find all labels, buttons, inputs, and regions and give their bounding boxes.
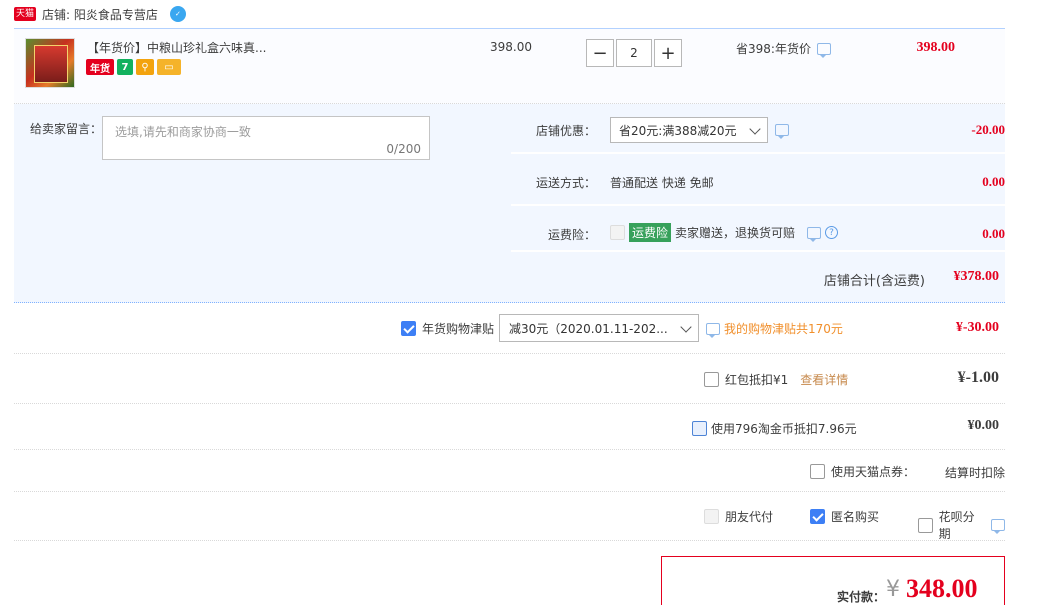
seller-message-count: 0/200 <box>386 142 421 156</box>
seller-message-area: 给卖家留言： 选填,请先和商家协商一致 0/200 <box>14 104 508 250</box>
shop-total-row: 店铺合计(含运费) ¥378.00 <box>14 252 1005 303</box>
shop-total-value: ¥378.00 <box>953 269 1000 284</box>
coupon-info-chat-icon[interactable] <box>775 124 789 139</box>
subsidy-row: 年货购物津贴 减30元（2020.01.11-202... 我的购物津贴共170… <box>14 304 1005 354</box>
coins-checkbox[interactable] <box>692 421 707 436</box>
promo-info-chat-icon[interactable] <box>816 42 831 58</box>
seller-message-label: 给卖家留言： <box>30 122 103 136</box>
order-item-row: 【年货价】中粮山珍礼盒六味真... 年货 7 ⚲ ▭ 398.00 − 2 + … <box>14 28 1005 104</box>
item-promotion: 省398:年货价 <box>736 40 831 58</box>
huabei-chat-icon[interactable] <box>991 519 1005 534</box>
item-subtotal: 398.00 <box>916 40 956 55</box>
seller-message-input[interactable]: 选填,请先和商家协商一致 0/200 <box>102 116 430 160</box>
shop-coupon-selected: 省20元:满388减20元 <box>619 123 737 138</box>
subsidy-select[interactable]: 减30元（2020.01.11-202... <box>499 314 699 342</box>
shop-coupon-select[interactable]: 省20元:满388减20元 <box>610 117 768 143</box>
chevron-down-icon <box>680 321 692 333</box>
shipping-row: 运送方式： 普通配送 快递 免邮 0.00 <box>511 156 1005 206</box>
payment-options-row: 朋友代付 匿名购买 花呗分期 <box>14 492 1005 541</box>
coins-row: 使用796淘金币抵扣7.96元 ¥0.00 <box>14 404 1005 450</box>
coins-label: 使用796淘金币抵扣7.96元 <box>711 422 857 436</box>
subsidy-chat-icon[interactable] <box>706 322 720 338</box>
shop-coupon-row: 店铺优惠： 省20元:满388减20元 -20.00 <box>511 104 1005 154</box>
subsidy-selected: 减30元（2020.01.11-202... <box>509 321 668 336</box>
shipping-method: 普通配送 快递 免邮 <box>610 176 714 190</box>
insurance-chat-icon[interactable] <box>807 226 822 242</box>
quantity-input[interactable]: 2 <box>616 39 652 67</box>
huabei-label: 花呗分期 <box>938 510 975 541</box>
subsidy-option[interactable]: 年货购物津贴 <box>401 320 494 337</box>
redpack-details-link[interactable]: 查看详情 <box>800 371 848 388</box>
redpack-option[interactable]: 红包抵扣¥1 查看详情 <box>704 371 848 388</box>
shop-coupon-label: 店铺优惠： <box>536 124 597 138</box>
actual-payment-box: 实付款： ¥ 348.00 <box>661 556 1005 605</box>
points-label: 使用天猫点券： <box>831 465 916 479</box>
anonymous-option[interactable]: 匿名购买 <box>810 508 879 525</box>
points-value: 结算时扣除 <box>944 466 1005 480</box>
shipping-label: 运送方式： <box>536 176 597 190</box>
help-question-icon[interactable]: ? <box>825 226 839 239</box>
quantity-stepper: − 2 + <box>586 39 682 67</box>
anonymous-label: 匿名购买 <box>831 510 880 524</box>
quantity-plus-button[interactable]: + <box>654 39 682 67</box>
quantity-minus-button[interactable]: − <box>586 39 614 67</box>
coins-option[interactable]: 使用796淘金币抵扣7.96元 <box>692 420 857 437</box>
redpack-label: 红包抵扣¥1 <box>725 373 789 387</box>
wangwang-chat-icon[interactable]: ✓ <box>169 6 186 22</box>
coins-value: ¥0.00 <box>967 418 1000 433</box>
shipping-value: 0.00 <box>982 174 1005 189</box>
actual-payment-label: 实付款： <box>837 590 886 604</box>
actual-payment-amount: 348.00 <box>906 574 978 603</box>
seven-day-return-icon: 7 <box>117 59 133 75</box>
shop-total-label: 店铺合计(含运费) <box>823 274 925 289</box>
huabei-option[interactable]: 花呗分期 <box>918 508 1005 542</box>
shop-coupon-value: -20.00 <box>971 122 1005 137</box>
points-option[interactable]: 使用天猫点券： <box>810 463 915 480</box>
anonymous-checkbox[interactable] <box>810 509 825 524</box>
item-thumbnail[interactable] <box>25 38 75 88</box>
insurance-badge: 运费险 <box>629 223 672 242</box>
friends-pay-option: 朋友代付 <box>704 508 773 525</box>
points-row: 使用天猫点券： 结算时扣除 <box>14 450 1005 492</box>
insurance-info: 运费险 卖家赠送，退换货可赔 ? <box>610 223 839 242</box>
gold-service-icon: ⚲ <box>136 59 154 75</box>
insurance-label: 运费险： <box>548 228 597 242</box>
chevron-down-icon <box>749 123 761 135</box>
tmall-badge: 天猫 <box>14 7 37 21</box>
insurance-text: 卖家赠送，退换货可赔 <box>675 226 796 240</box>
huabei-checkbox[interactable] <box>918 517 933 533</box>
shop-options-block: 给卖家留言： 选填,请先和商家协商一致 0/200 店铺优惠： 省20元:满38… <box>14 104 1005 303</box>
redpack-value: ¥-1.00 <box>957 369 999 386</box>
subsidy-value: ¥-30.00 <box>955 320 999 335</box>
shop-name[interactable]: 店铺: 阳炎食品专营店 <box>42 6 158 23</box>
points-checkbox[interactable] <box>810 464 825 479</box>
redpack-row: 红包抵扣¥1 查看详情 ¥-1.00 <box>14 354 1005 404</box>
credit-card-icon: ▭ <box>157 59 181 75</box>
insurance-value: 0.00 <box>982 226 1005 241</box>
item-unit-price: 398.00 <box>490 40 532 54</box>
subsidy-info-text: 我的购物津贴共170元 <box>724 322 843 336</box>
insurance-row: 运费险： 运费险 卖家赠送，退换货可赔 ? 0.00 <box>511 208 1005 252</box>
item-tags: 年货 7 ⚲ ▭ <box>86 59 181 75</box>
subsidy-checkbox[interactable] <box>401 321 416 336</box>
seller-message-placeholder: 选填,请先和商家协商一致 <box>115 125 251 139</box>
item-title-link[interactable]: 【年货价】中粮山珍礼盒六味真... <box>87 39 266 56</box>
nianhuo-tag-icon: 年货 <box>86 59 114 75</box>
friends-pay-checkbox <box>704 509 719 524</box>
subsidy-label: 年货购物津贴 <box>422 322 495 336</box>
redpack-checkbox[interactable] <box>704 372 719 387</box>
insurance-checkbox <box>610 225 625 240</box>
shop-header: 天猫 店铺: 阳炎食品专营店 ✓ <box>14 4 614 24</box>
actual-payment-currency: ¥ <box>886 577 900 602</box>
friends-pay-label: 朋友代付 <box>725 510 774 524</box>
subsidy-info: 我的购物津贴共170元 <box>706 320 843 338</box>
item-promo-text: 省398:年货价 <box>736 42 811 56</box>
